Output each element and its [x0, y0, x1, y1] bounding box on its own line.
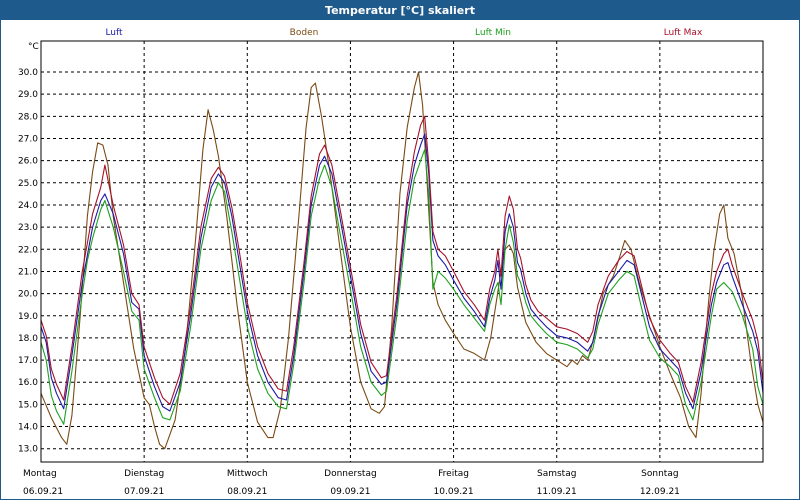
y-tick-label: 23.0 — [18, 223, 38, 233]
y-tick-label: 22.0 — [18, 245, 38, 255]
legend-item: Luft — [105, 28, 123, 38]
y-tick-label: 29.0 — [18, 90, 38, 100]
x-tick-day-label: Montag — [23, 469, 57, 479]
x-tick-day-label: Mittwoch — [227, 469, 268, 479]
x-tick-day-label: Dienstag — [124, 469, 164, 479]
chart-window: Temperatur [°C] skaliert Luft Boden Luft M… — [0, 0, 800, 500]
y-tick-label: 21.0 — [18, 267, 38, 277]
x-tick-date-label: 08.09.21 — [227, 487, 267, 497]
series-line-luft-min — [40, 149, 764, 425]
x-tick-date-label: 06.09.21 — [23, 487, 63, 497]
y-tick-label: 13.0 — [18, 445, 38, 455]
y-axis-unit: °C — [28, 42, 39, 52]
series-line-boden — [40, 71, 764, 450]
x-tick-date-label: 07.09.21 — [124, 487, 164, 497]
y-tick-label: 30.0 — [18, 68, 38, 78]
y-tick-label: 27.0 — [18, 134, 38, 144]
x-tick-day-label: Freitag — [438, 469, 469, 479]
y-tick-label: 17.0 — [18, 356, 38, 366]
x-tick-date-label: 10.09.21 — [434, 487, 474, 497]
series-line-luft-max — [40, 115, 764, 405]
legend-item: Boden — [290, 28, 319, 38]
y-tick-label: 28.0 — [18, 112, 38, 122]
y-tick-label: 20.0 — [18, 290, 38, 300]
x-tick-date-label: 12.09.21 — [640, 487, 680, 497]
temperature-chart: Luft Boden Luft Min Luft Max 13.0 14.0 15.0 16… — [18, 28, 764, 497]
y-tick-label: 15.0 — [18, 400, 38, 410]
x-tick-day-label: Sonntag — [641, 469, 678, 479]
y-tick-label: 18.0 — [18, 334, 38, 344]
y-tick-label: 16.0 — [18, 378, 38, 388]
y-tick-label: 25.0 — [18, 179, 38, 189]
series-lines — [40, 71, 764, 450]
x-tick-day-label: Samstag — [537, 469, 576, 479]
legend: Luft Boden Luft Min Luft Max — [105, 28, 703, 38]
x-tick-date-label: 09.09.21 — [330, 487, 370, 497]
y-axis: 13.0 14.0 15.0 16.0 17.0 18.0 19.0 20.0 21.0 22.0… — [18, 42, 39, 455]
legend-item: Luft Max — [664, 28, 703, 38]
y-tick-label: 24.0 — [18, 201, 38, 211]
y-tick-label: 14.0 — [18, 423, 38, 433]
y-tick-label: 26.0 — [18, 157, 38, 167]
y-tick-label: 19.0 — [18, 312, 38, 322]
x-axis-labels: Montag 06.09.21 Dienstag 07.09.21 Mittwoch 08… — [23, 469, 680, 497]
legend-item: Luft Min — [475, 28, 511, 38]
x-tick-date-label: 11.09.21 — [537, 487, 577, 497]
chart-title: Temperatur [°C] skaliert — [1, 1, 799, 20]
x-tick-day-label: Donnerstag — [324, 469, 377, 479]
